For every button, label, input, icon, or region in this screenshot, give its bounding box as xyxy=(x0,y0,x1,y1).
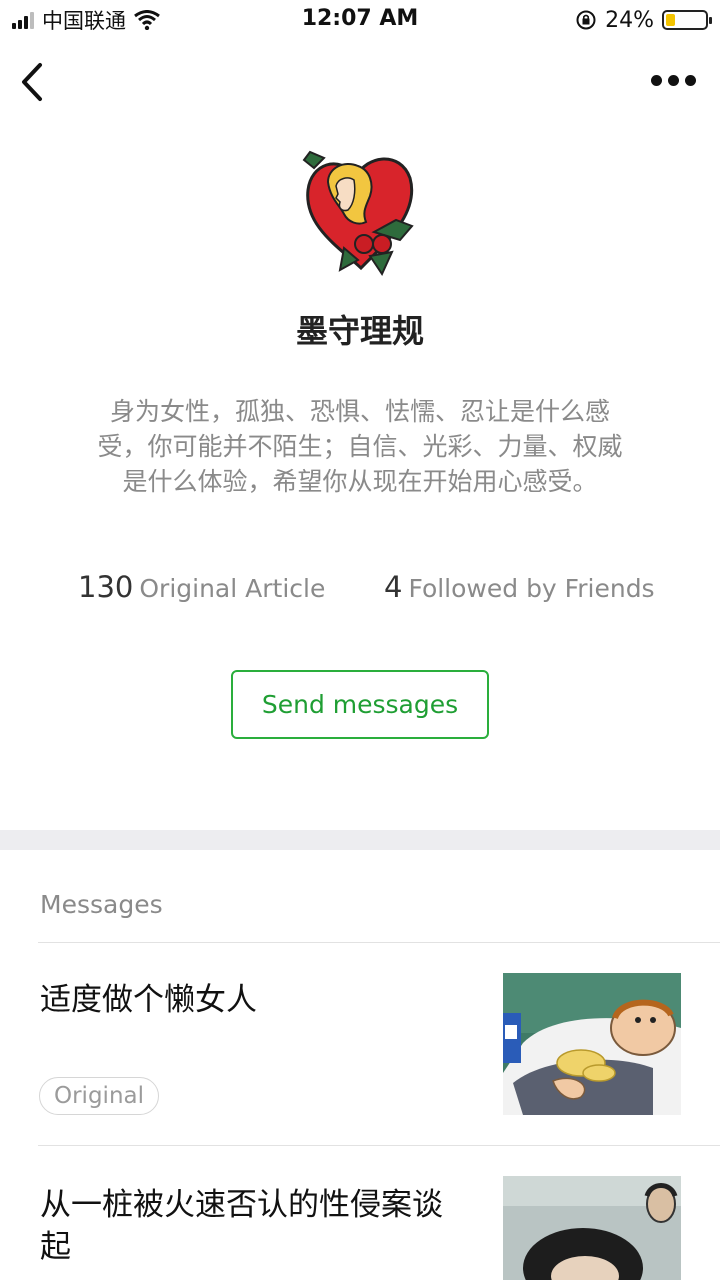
friends-count: 4 xyxy=(384,570,403,604)
send-messages-button[interactable]: Send messages xyxy=(231,670,489,739)
message-thumbnail[interactable] xyxy=(503,973,681,1115)
message-thumbnail[interactable] xyxy=(503,1176,681,1280)
message-title[interactable]: 适度做个懒女人 xyxy=(40,979,460,1021)
message-title[interactable]: 从一桩被火速否认的性侵案谈起 xyxy=(40,1184,450,1268)
profile-bio: 身为女性，孤独、恐惧、怯懦、忍让是什么感受，你可能并不陌生；自信、光彩、力量、权… xyxy=(97,397,623,496)
friends-label: Followed by Friends xyxy=(408,574,655,603)
status-bar: 中国联通 12:07 AM 24% xyxy=(0,0,720,40)
more-dots-icon[interactable] xyxy=(650,72,696,88)
battery-icon xyxy=(662,10,712,30)
section-separator xyxy=(0,830,720,850)
stat-original-articles[interactable]: 130 Original Article xyxy=(78,570,325,604)
divider xyxy=(38,1145,720,1146)
status-right: 24% xyxy=(575,6,712,34)
battery-level-fill xyxy=(666,14,676,26)
messages-section-title: Messages xyxy=(40,890,163,919)
profile-avatar xyxy=(302,150,414,277)
rotation-lock-icon xyxy=(576,10,596,30)
battery-percent: 24% xyxy=(605,7,654,33)
profile-name: 墨守理规 xyxy=(295,312,424,350)
original-badge: Original xyxy=(39,1077,160,1115)
divider xyxy=(38,942,720,943)
articles-count: 130 xyxy=(78,570,134,604)
stat-followed-by-friends[interactable]: 4 Followed by Friends xyxy=(384,570,655,604)
articles-label: Original Article xyxy=(139,574,326,603)
profile-stats: 130 Original Article 4 Followed by Friends xyxy=(0,570,720,610)
chevron-left-icon[interactable] xyxy=(18,60,48,104)
